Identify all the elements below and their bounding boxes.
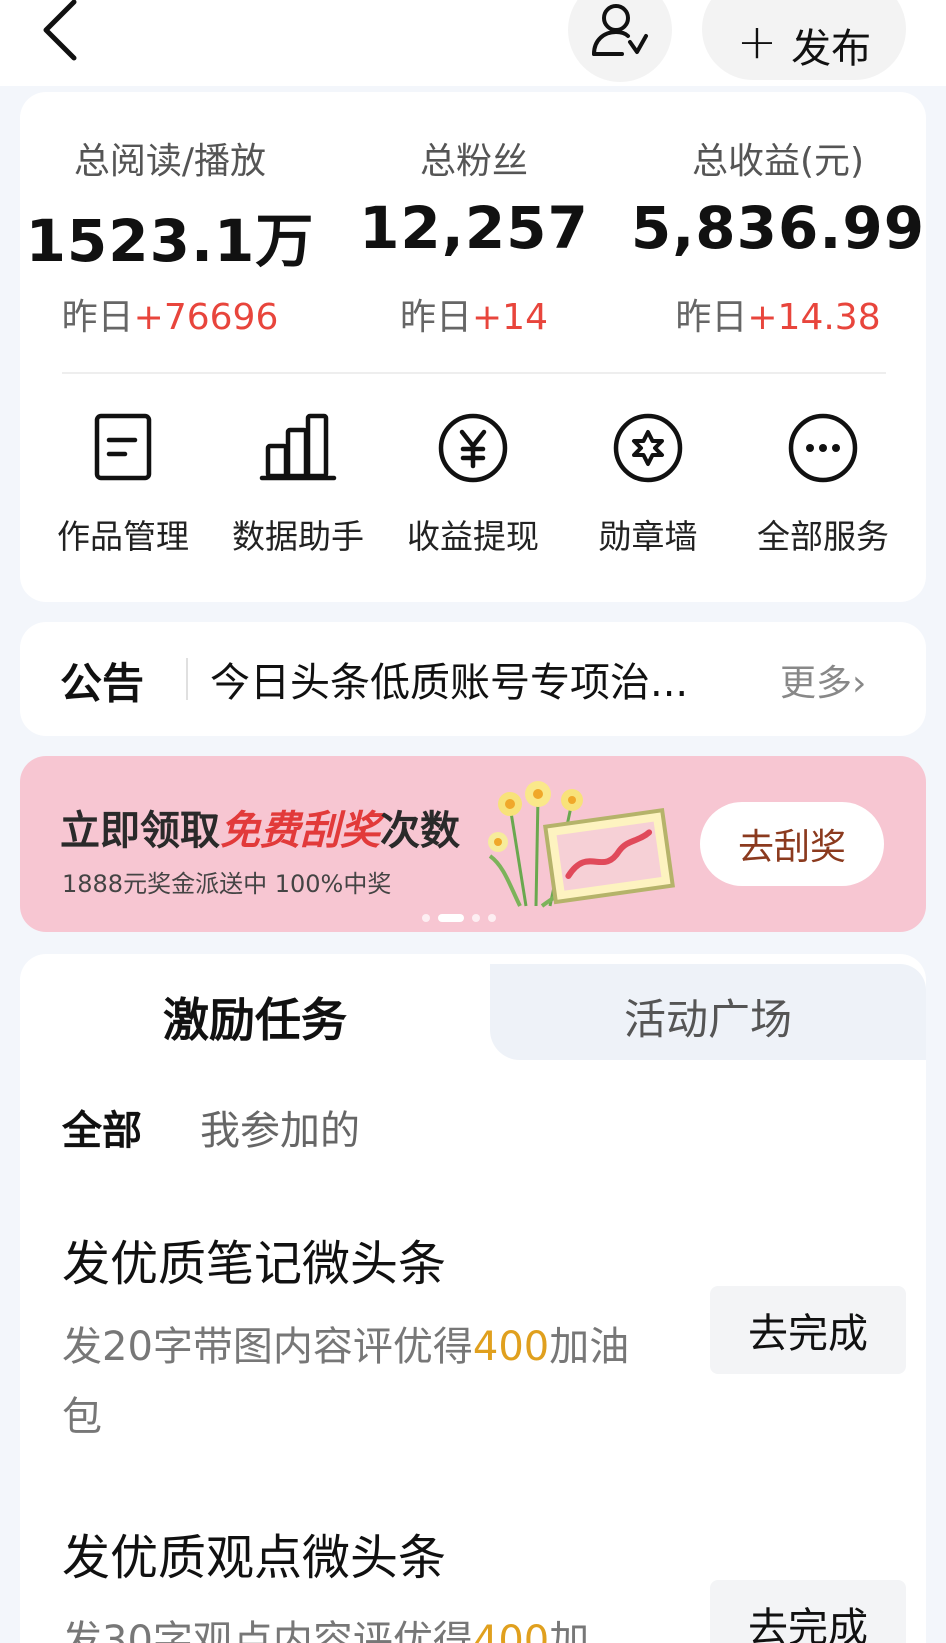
divider <box>186 658 188 700</box>
carousel-indicator <box>422 914 496 922</box>
complete-task-button[interactable]: 去完成 <box>710 1286 906 1374</box>
more-dots-icon <box>788 413 858 483</box>
delta-value: +14 <box>472 297 548 338</box>
carousel-dot <box>472 914 480 922</box>
service-all-services[interactable]: 全部服务 <box>735 408 911 558</box>
back-button[interactable] <box>38 0 88 66</box>
filter-joined[interactable]: 我参加的 <box>200 1098 360 1156</box>
task-title: 发优质观点微头条 <box>62 1530 447 1586</box>
carousel-dot-active <box>438 914 464 922</box>
user-follow-button[interactable] <box>568 0 672 82</box>
service-works-management[interactable]: 作品管理 <box>35 408 211 558</box>
announcement-text[interactable]: 今日头条低质账号专项治... <box>210 650 750 708</box>
service-data-assistant[interactable]: 数据助手 <box>210 408 386 558</box>
task-desc-post: 加 <box>549 1618 590 1643</box>
top-bar: + 发布 <box>0 0 946 86</box>
promo-banner[interactable]: 立即领取免费刮奖次数 1888元奖金派送中 100%中奖 去刮奖 <box>20 756 926 932</box>
carousel-dot <box>488 914 496 922</box>
task-item: 发优质观点微头条 发30字观点内容评优得400加 去完成 <box>62 1518 906 1643</box>
stat-label: 总收益(元) <box>691 141 865 182</box>
stat-value: 5,836.99 <box>630 194 926 262</box>
banner-title-pre: 立即领取 <box>60 807 220 854</box>
document-icon <box>94 413 152 481</box>
stat-label: 总粉丝 <box>419 141 528 182</box>
task-desc-pre: 发30字观点内容评优得 <box>62 1618 473 1643</box>
bar-chart-icon <box>259 413 337 481</box>
tab-incentive-tasks[interactable]: 激励任务 <box>20 984 490 1050</box>
delta-prefix: 昨日 <box>675 297 748 338</box>
banner-subtitle: 1888元奖金派送中 100%中奖 <box>62 870 392 898</box>
more-link[interactable]: 更多› <box>780 654 866 706</box>
publish-button[interactable]: + 发布 <box>702 0 906 80</box>
task-desc-pre: 发20字带图内容评优得 <box>62 1324 473 1370</box>
stat-value: 1523.1万 <box>25 207 315 275</box>
stat-delta: 昨日+14 <box>324 288 624 340</box>
task-reward-number: 400 <box>472 1324 550 1370</box>
stat-value: 12,257 <box>359 194 589 262</box>
announcement-title: 公告 <box>60 659 145 708</box>
daffodil-card-illustration <box>488 781 675 908</box>
scratch-lottery-button[interactable]: 去刮奖 <box>700 802 884 886</box>
divider <box>62 372 886 374</box>
task-description: 发20字带图内容评优得400加油包 <box>62 1312 632 1452</box>
service-label: 勋章墙 <box>598 517 698 556</box>
delta-value: +76696 <box>133 297 279 338</box>
task-description: 发30字观点内容评优得400加 <box>62 1606 632 1643</box>
stats-card: 总阅读/播放 1523.1万 昨日+76696 总粉丝 12,257 昨日+14… <box>20 92 926 602</box>
delta-value: +14.38 <box>747 297 881 338</box>
task-reward-number: 400 <box>472 1618 550 1643</box>
medal-icon <box>613 413 683 483</box>
yuan-coin-icon <box>438 413 508 483</box>
stat-label: 总阅读/播放 <box>73 141 267 182</box>
service-label: 作品管理 <box>57 517 189 556</box>
banner-title-post: 次数 <box>380 807 460 854</box>
announcement-bar[interactable]: 公告 今日头条低质账号专项治... 更多› <box>20 622 926 736</box>
tasks-panel: 激励任务 活动广场 全部 我参加的 发优质笔记微头条 发20字带图内容评优得40… <box>20 954 926 1643</box>
carousel-dot <box>422 914 430 922</box>
service-income-withdraw[interactable]: 收益提现 <box>385 408 561 558</box>
service-medal-wall[interactable]: 勋章墙 <box>560 408 736 558</box>
stat-delta: 昨日+14.38 <box>628 288 928 340</box>
service-label: 全部服务 <box>757 517 889 556</box>
task-title: 发优质笔记微头条 <box>62 1236 447 1292</box>
stat-delta: 昨日+76696 <box>20 288 320 340</box>
service-label: 收益提现 <box>407 517 539 556</box>
plus-icon: + <box>736 14 778 70</box>
delta-prefix: 昨日 <box>61 297 134 338</box>
user-follow-icon <box>592 4 648 56</box>
service-label: 数据助手 <box>232 517 364 556</box>
task-item: 发优质笔记微头条 发20字带图内容评优得400加油包 去完成 <box>62 1224 906 1452</box>
banner-title-highlight: 免费刮奖 <box>220 807 380 854</box>
complete-task-button[interactable]: 去完成 <box>710 1580 906 1643</box>
delta-prefix: 昨日 <box>400 297 473 338</box>
publish-label: 发布 <box>791 26 872 72</box>
banner-title: 立即领取免费刮奖次数 <box>60 798 460 856</box>
chevron-left-icon <box>43 0 77 61</box>
tab-activity-plaza[interactable]: 活动广场 <box>490 986 926 1047</box>
filter-all[interactable]: 全部 <box>62 1098 142 1156</box>
